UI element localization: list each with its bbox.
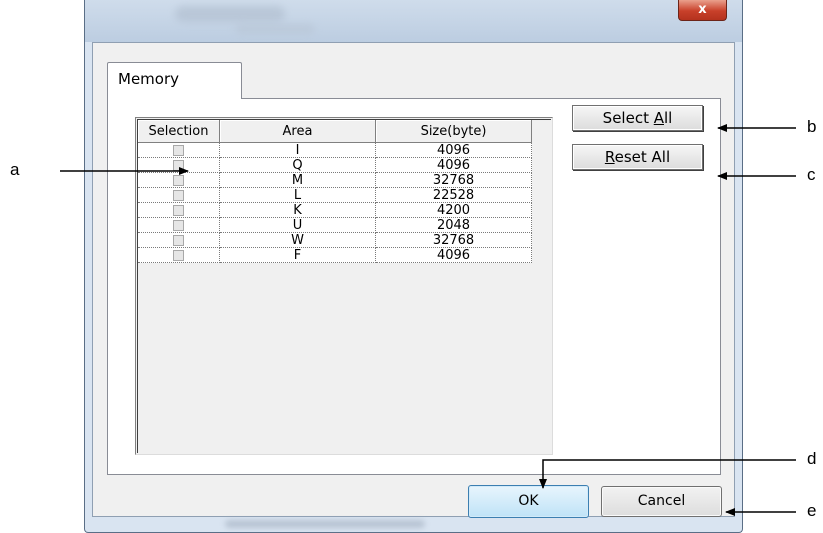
callout-a: a bbox=[10, 160, 20, 179]
callout-e: e bbox=[807, 501, 817, 520]
callout-b: b bbox=[807, 117, 817, 136]
tab-memory-label: Memory bbox=[118, 70, 180, 88]
callout-c: c bbox=[807, 165, 816, 184]
arrow-d bbox=[539, 459, 796, 489]
tab-memory[interactable]: Memory bbox=[107, 62, 242, 99]
callout-d: d bbox=[807, 449, 817, 468]
